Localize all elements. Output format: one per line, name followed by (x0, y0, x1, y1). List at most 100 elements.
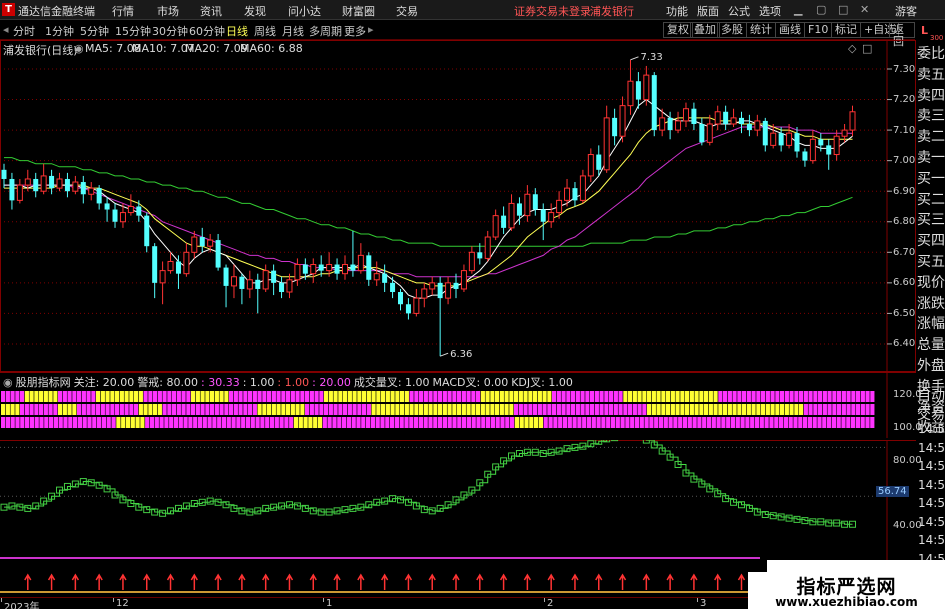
menu-functions[interactable]: 功能 (666, 3, 688, 19)
strip-cell (591, 417, 596, 428)
period-15min[interactable]: 15分钟 (115, 23, 151, 39)
menu-market[interactable]: 市场 (157, 3, 179, 19)
strip-cell (524, 417, 529, 428)
period-30min[interactable]: 30分钟 (152, 23, 188, 39)
strip-cell (327, 417, 332, 428)
period-scroll-icon[interactable]: ◂ (3, 23, 9, 36)
strip-cell (661, 404, 666, 415)
strip-cell (704, 404, 709, 415)
period-daily[interactable]: 日线 (226, 23, 248, 39)
menu-formula[interactable]: 公式 (728, 3, 750, 19)
strip-cell (29, 391, 34, 402)
strip-cell (485, 391, 490, 402)
menu-trade[interactable]: 交易 (396, 3, 418, 19)
side-item[interactable]: 卖四 (917, 86, 945, 107)
side-item[interactable]: 现价 (917, 273, 945, 294)
menu-ask[interactable]: 问小达 (288, 3, 321, 19)
period-more[interactable]: 更多 (344, 23, 366, 39)
strip-cell (72, 404, 77, 415)
strip-cell (735, 417, 740, 428)
overlay-button[interactable]: 叠加 (690, 22, 720, 38)
strip-cell (352, 391, 357, 402)
strip-cell (100, 391, 105, 402)
side-item[interactable]: 买五 (917, 252, 945, 273)
strip-cell (471, 391, 476, 402)
strip-cell (461, 404, 466, 415)
strip-cell (34, 404, 39, 415)
menu-discover[interactable]: 发现 (244, 3, 266, 19)
strip-cell (138, 404, 143, 415)
side-item[interactable]: 涨跌 (917, 294, 945, 315)
strip-cell (68, 417, 73, 428)
minimize-icon[interactable]: ▁ (794, 3, 802, 16)
candle-body-up (714, 111, 721, 125)
strip-cell (514, 404, 519, 415)
side-item[interactable]: 买一 (917, 169, 945, 190)
period-60min[interactable]: 60分钟 (189, 23, 225, 39)
side-item[interactable]: 外盘 (917, 356, 945, 377)
menu-news[interactable]: 资讯 (200, 3, 222, 19)
strip-cell (390, 404, 395, 415)
period-weekly[interactable]: 周线 (254, 23, 276, 39)
side-item[interactable]: 卖五 (917, 65, 945, 86)
period-1min[interactable]: 1分钟 (45, 23, 74, 39)
side-item[interactable]: 买二 (917, 190, 945, 211)
side-item[interactable]: 总量 (917, 335, 945, 356)
period-intraday[interactable]: 分时 (13, 23, 35, 39)
strip-cell (533, 404, 538, 415)
strip-cell (130, 417, 135, 428)
strip-cell (476, 417, 481, 428)
strip-cell (599, 391, 604, 402)
high-pointer (630, 56, 639, 61)
side-item[interactable]: 买三 (917, 210, 945, 231)
side-item[interactable]: 卖二 (917, 127, 945, 148)
scale-mode-label[interactable]: L (921, 24, 928, 37)
side-item[interactable]: 买四 (917, 231, 945, 252)
f10-button[interactable]: F10 (804, 22, 833, 38)
menu-wealth[interactable]: 财富圈 (342, 3, 375, 19)
strip-cell (433, 404, 438, 415)
strip-cell (721, 417, 726, 428)
menu-options[interactable]: 选项 (759, 3, 781, 19)
draw-line-button[interactable]: 画线 (775, 22, 805, 38)
mark-button[interactable]: 标记 (831, 22, 861, 38)
strip-cell (243, 391, 248, 402)
multi-stock-button[interactable]: 多股 (717, 22, 747, 38)
strip-cell (452, 417, 457, 428)
side-item[interactable]: 委比 (917, 44, 945, 65)
period-5min[interactable]: 5分钟 (80, 23, 109, 39)
strip-cell (129, 404, 134, 415)
candle-body-up (564, 187, 571, 201)
candlestick-chart[interactable]: 7.33 6.36 (0, 40, 916, 372)
statistics-button[interactable]: 统计 (746, 22, 776, 38)
more-chevron-icon[interactable]: ▸ (368, 23, 374, 36)
strip-cell (229, 404, 234, 415)
maximize-icon[interactable]: □ (838, 3, 848, 16)
candle-body-down (390, 282, 396, 293)
period-monthly[interactable]: 月线 (282, 23, 304, 39)
restore-icon[interactable]: ▢ (816, 3, 826, 16)
close-icon[interactable]: ✕ (860, 3, 869, 16)
candle-body-up (72, 181, 79, 192)
side-item[interactable]: 卖三 (917, 106, 945, 127)
side-item[interactable]: 卖一 (917, 148, 945, 169)
strip-cell (528, 391, 533, 402)
strip-cell (663, 417, 668, 428)
strip-cell (159, 417, 164, 428)
auto-trade-panel[interactable]: 自动 交易 (917, 387, 945, 425)
guest-login[interactable]: 游客 (895, 3, 917, 19)
strip-cell (260, 417, 265, 428)
menu-layout[interactable]: 版面 (697, 3, 719, 19)
menu-quotes[interactable]: 行情 (112, 3, 134, 19)
strip-cell (433, 417, 438, 428)
side-item[interactable]: 涨幅 (917, 314, 945, 335)
strip-cell (566, 404, 571, 415)
up-arrow-marker (452, 573, 460, 590)
adjust-button[interactable]: 复权 (663, 22, 693, 38)
back-button[interactable]: 返回 (889, 22, 915, 48)
strip-cell (756, 391, 761, 402)
period-multi[interactable]: 多周期 (309, 23, 342, 39)
login-notice[interactable]: 证券交易未登录 (514, 3, 591, 19)
strip-cell (219, 391, 224, 402)
strip-cell (284, 417, 289, 428)
